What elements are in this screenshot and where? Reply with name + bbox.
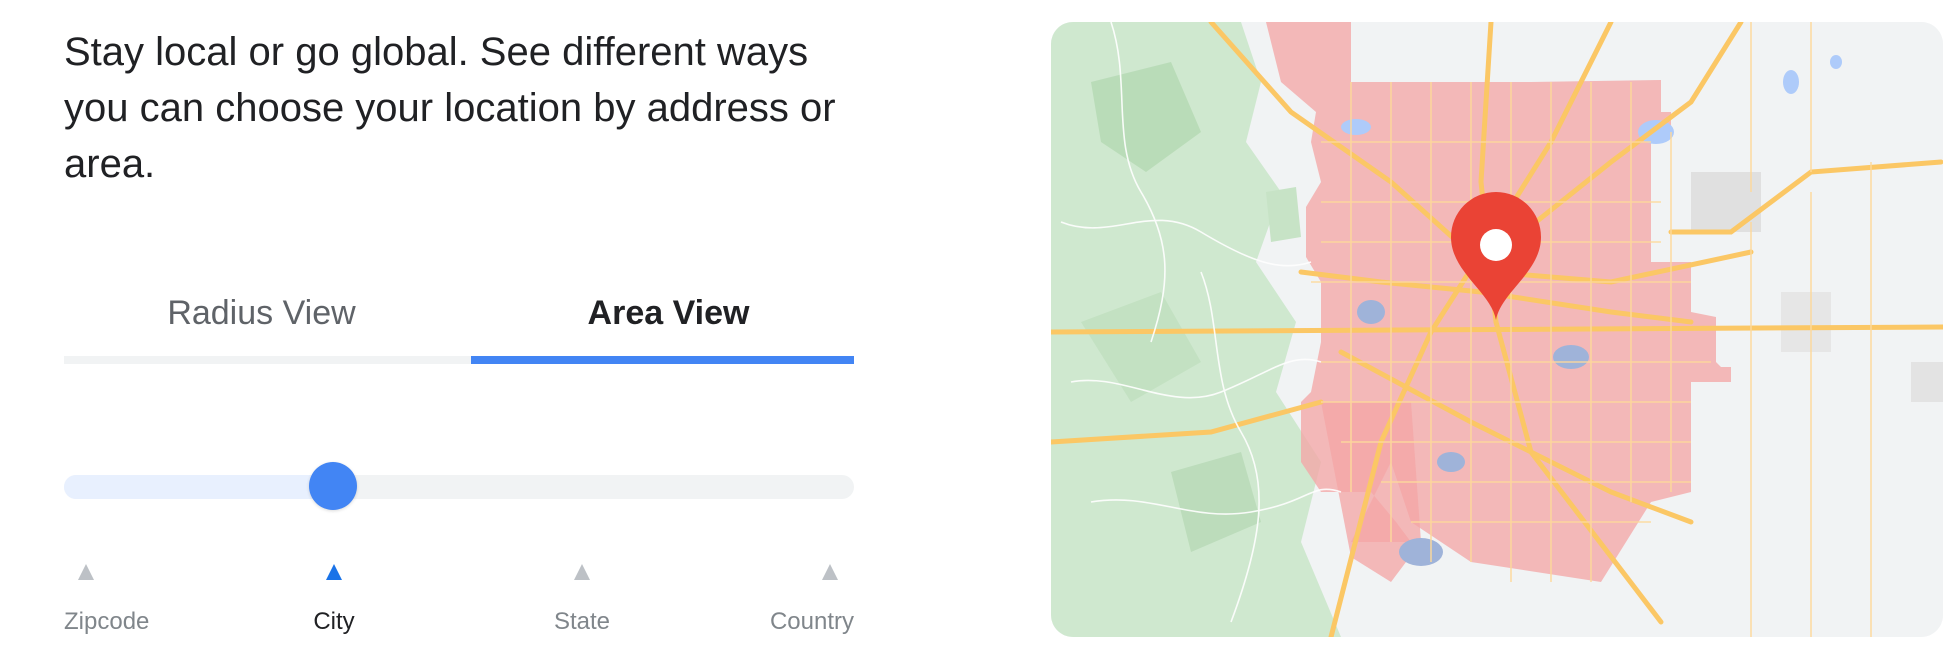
stop-state[interactable]: State: [542, 560, 622, 640]
map-view[interactable]: [1051, 22, 1943, 637]
slider-stops: Zipcode City State Country: [64, 560, 854, 640]
stop-label: Country: [769, 608, 854, 635]
stop-label: Zipcode: [64, 608, 150, 635]
intro-text: Stay local or go global. See different w…: [64, 30, 836, 186]
tab-area-view[interactable]: Area View: [471, 266, 866, 360]
tab-radius-view[interactable]: Radius View: [64, 266, 459, 360]
stop-marker-icon: [822, 564, 838, 580]
stop-marker-icon: [326, 564, 342, 580]
map-canvas[interactable]: [1051, 22, 1943, 637]
slider-thumb[interactable]: [309, 462, 357, 510]
stop-marker-icon: [78, 564, 94, 580]
slider-fill: [64, 475, 333, 499]
stop-zipcode[interactable]: Zipcode: [64, 560, 184, 640]
area-size-slider[interactable]: [64, 462, 854, 510]
stop-marker-icon: [574, 564, 590, 580]
stop-country[interactable]: Country: [734, 560, 854, 640]
stop-city[interactable]: City: [304, 560, 364, 640]
tab-selected-indicator: [471, 356, 854, 364]
stop-label: City: [313, 608, 355, 635]
view-tabs: Radius View Area View: [64, 266, 854, 364]
stop-label: State: [553, 608, 611, 635]
